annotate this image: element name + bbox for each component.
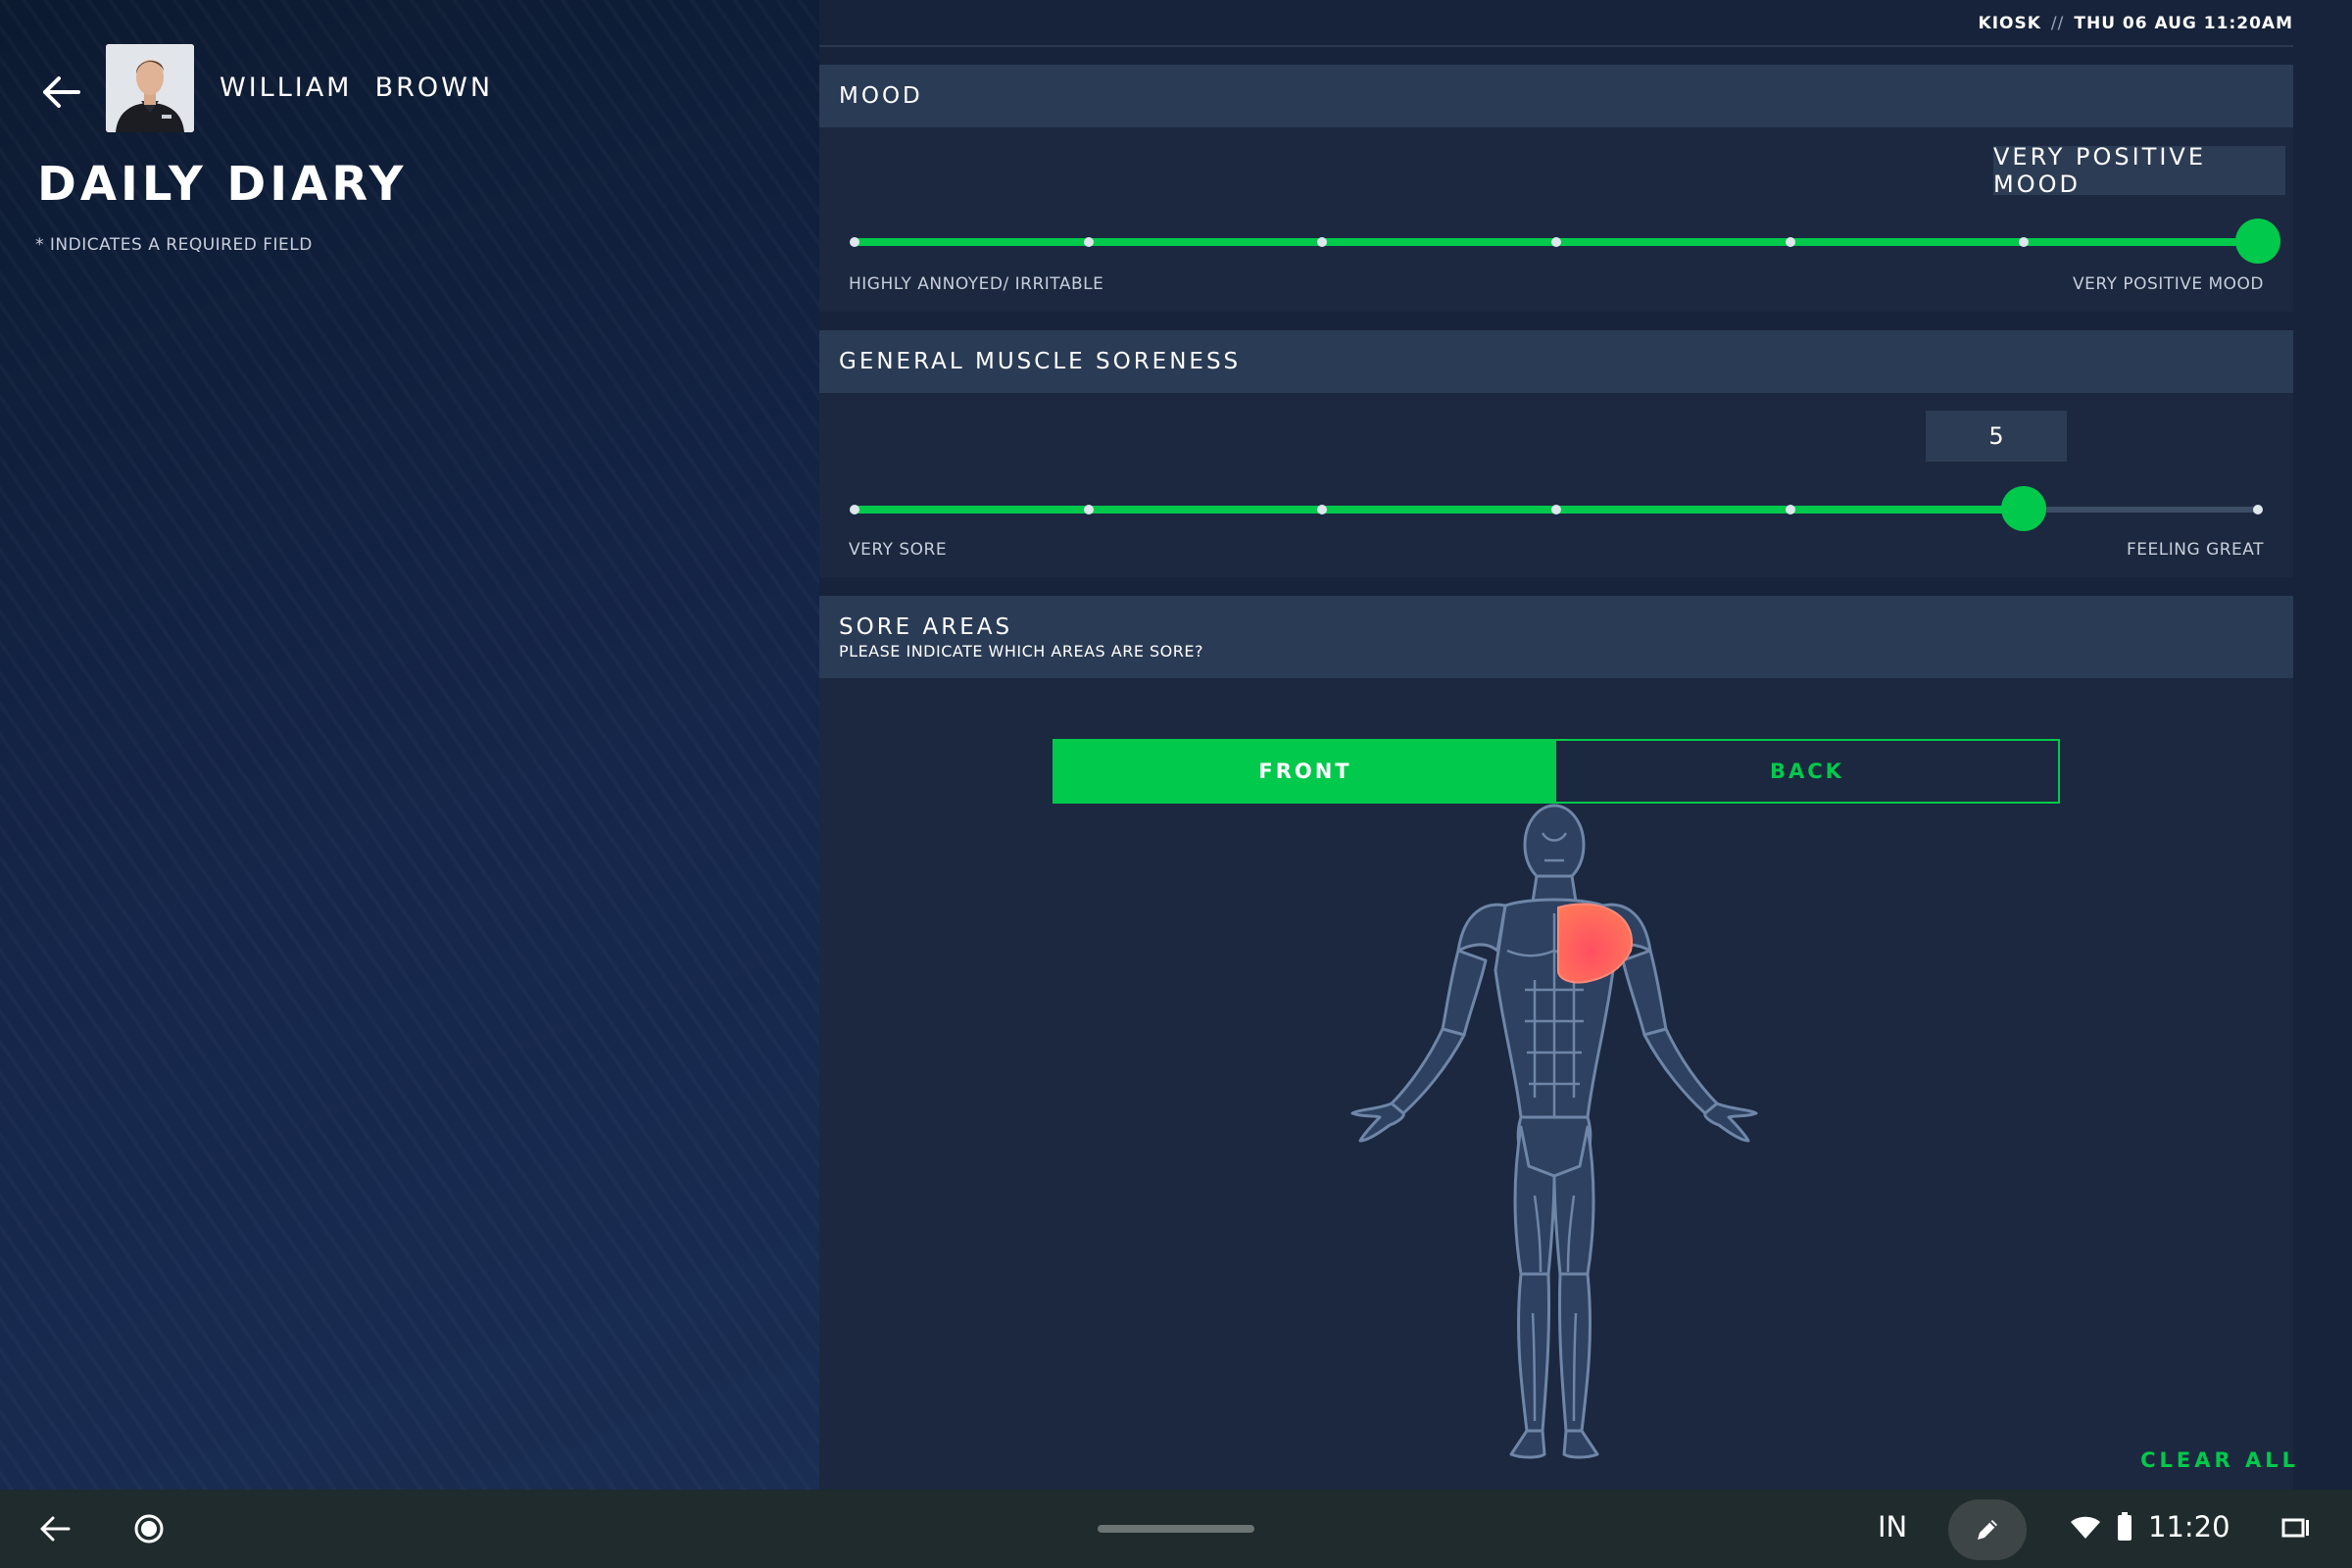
back-button[interactable]	[39, 73, 82, 112]
kiosk-separator: //	[2050, 14, 2065, 33]
mood-value-box: VERY POSITIVE MOOD	[1993, 143, 2285, 198]
slider-tick[interactable]	[850, 505, 859, 514]
stylus-button[interactable]	[1948, 1499, 2027, 1560]
system-back-button[interactable]	[35, 1509, 74, 1548]
slider-tick[interactable]	[1551, 505, 1561, 514]
left-panel	[0, 0, 819, 1490]
slider-fill	[855, 506, 2025, 514]
gesture-handle[interactable]	[1098, 1525, 1254, 1533]
kiosk-label: KIOSK	[1978, 14, 2041, 33]
mood-max-label: VERY POSITIVE MOOD	[2072, 274, 2264, 294]
kiosk-datetime: THU 06 AUG 11:20AM	[2074, 14, 2293, 33]
mood-slider[interactable]	[850, 219, 2280, 264]
mood-header: MOOD	[819, 65, 2293, 127]
sore-areas-card: SORE AREAS PLEASE INDICATE WHICH AREAS A…	[819, 596, 2293, 1490]
slider-tick[interactable]	[1551, 237, 1561, 247]
left-foot	[1562, 1429, 1599, 1459]
sore-areas-header: SORE AREAS PLEASE INDICATE WHICH AREAS A…	[819, 596, 2293, 678]
left-upper-arm	[1621, 949, 1668, 1037]
right-forearm	[1390, 1027, 1466, 1115]
body-view-toggle: FRONT BACK	[1053, 739, 2060, 804]
arrow-left-icon	[43, 76, 80, 108]
recents-icon	[2281, 1518, 2309, 1538]
input-method-indicator[interactable]: IN	[1878, 1510, 1907, 1544]
slider-thumb[interactable]	[2235, 219, 2280, 264]
pen-icon	[1978, 1520, 1997, 1540]
slider-thumb[interactable]	[2001, 486, 2047, 531]
slider-tick[interactable]	[2253, 505, 2263, 514]
sore-area-left-chest-shoulder	[1557, 903, 1633, 984]
sore-areas-subtitle: PLEASE INDICATE WHICH AREAS ARE SORE?	[839, 641, 1203, 661]
wifi-icon	[2071, 1516, 2100, 1539]
clock: 11:20	[2148, 1510, 2230, 1544]
neck	[1531, 874, 1578, 904]
soreness-max-label: FEELING GREAT	[2127, 540, 2264, 560]
battery-status	[2115, 1509, 2134, 1544]
body-map[interactable]	[1348, 804, 1760, 1470]
tab-front[interactable]: FRONT	[1054, 741, 1556, 802]
kiosk-status: KIOSK // THU 06 AUG 11:20AM	[1979, 8, 2293, 39]
head	[1523, 804, 1586, 886]
avatar	[106, 44, 194, 132]
battery-icon	[2118, 1512, 2132, 1541]
right-hand	[1350, 1102, 1405, 1143]
soreness-header: GENERAL MUSCLE SORENESS	[819, 330, 2293, 393]
slider-tick[interactable]	[1785, 237, 1795, 247]
required-field-note: * INDICATES A REQUIRED FIELD	[35, 235, 313, 255]
home-circle-icon	[134, 1514, 164, 1544]
clear-all-button[interactable]: CLEAR ALL	[2140, 1448, 2299, 1472]
sore-areas-title: SORE AREAS	[839, 613, 1013, 640]
soreness-slider[interactable]	[850, 486, 2263, 531]
divider	[819, 45, 2293, 47]
soreness-value-box: 5	[1926, 411, 2067, 462]
mood-min-label: HIGHLY ANNOYED/ IRRITABLE	[849, 274, 1104, 294]
athlete-name: WILLIAM BROWN	[220, 73, 494, 103]
system-home-button[interactable]	[129, 1509, 169, 1548]
page-title: DAILY DIARY	[37, 157, 408, 212]
soreness-card: GENERAL MUSCLE SORENESS 5 VERY SORE FEEL…	[819, 330, 2293, 577]
mood-card: MOOD VERY POSITIVE MOOD HIGHLY ANNOYED/ …	[819, 65, 2293, 312]
soreness-min-label: VERY SORE	[849, 540, 948, 560]
slider-tick[interactable]	[1785, 505, 1795, 514]
right-shoulder	[1456, 903, 1507, 953]
left-forearm	[1642, 1027, 1719, 1115]
tab-back[interactable]: BACK	[1556, 741, 2058, 802]
background-stripes	[0, 0, 819, 1490]
left-hand	[1703, 1102, 1758, 1143]
slider-tick[interactable]	[1083, 505, 1094, 514]
slider-tick[interactable]	[1083, 237, 1094, 247]
right-upper-arm	[1441, 949, 1488, 1037]
wifi-status	[2068, 1511, 2103, 1544]
right-foot	[1509, 1429, 1546, 1459]
slider-tick[interactable]	[850, 237, 859, 247]
recents-button[interactable]	[2279, 1511, 2315, 1544]
back-icon	[40, 1516, 71, 1542]
